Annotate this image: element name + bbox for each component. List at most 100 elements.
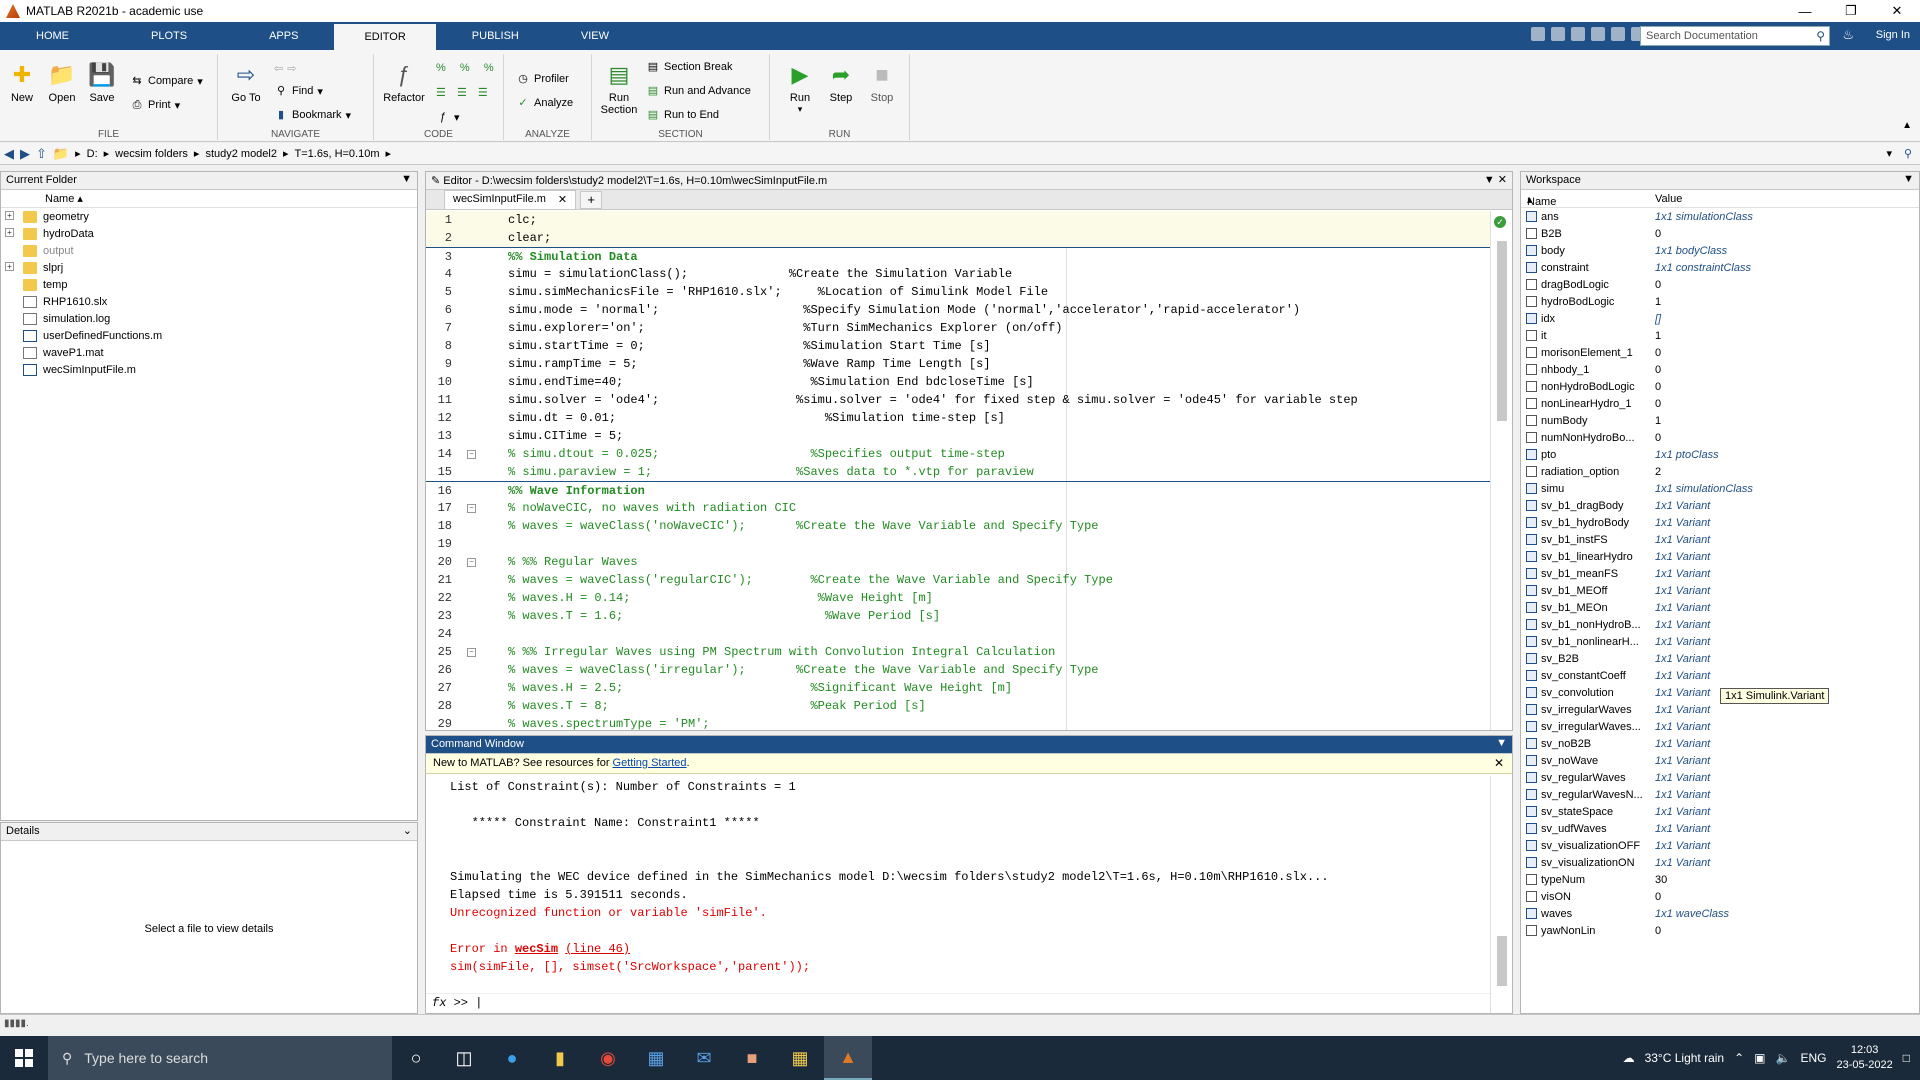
table-row[interactable]: sv_b1_MEOn 1x1 Variant — [1521, 599, 1919, 616]
indent-icon[interactable]: ☰ — [457, 86, 467, 99]
list-item[interactable]: userDefinedFunctions.m — [1, 327, 417, 344]
table-row[interactable]: sv_visualizationOFF 1x1 Variant — [1521, 837, 1919, 854]
browse-folder-icon[interactable]: 📁 — [53, 146, 69, 162]
code-line[interactable]: 16 %% Wave Information — [426, 481, 1490, 499]
sign-in-link[interactable]: Sign In — [1876, 29, 1910, 41]
list-item[interactable]: waveP1.mat — [1, 344, 417, 361]
run-button[interactable]: ▶ Run ▾ — [780, 62, 820, 115]
up-folder-icon[interactable]: ⇧ — [36, 146, 47, 162]
code-line[interactable]: 29 % waves.spectrumType = 'PM'; — [426, 715, 1490, 730]
chevron-down-icon[interactable]: ⌄ — [403, 824, 412, 837]
table-row[interactable]: constraint 1x1 constraintClass — [1521, 259, 1919, 276]
fx-button[interactable]: ƒ ▾ — [436, 110, 460, 124]
uncomment-icon[interactable]: % — [460, 62, 470, 74]
code-line[interactable]: 15 % simu.paraview = 1; %Saves data to *.… — [426, 463, 1490, 481]
table-row[interactable]: radiation_option 2 — [1521, 463, 1919, 480]
matlab-taskbar-icon[interactable]: ▲ — [824, 1036, 872, 1080]
fold-icon[interactable]: − — [467, 504, 476, 513]
table-row[interactable]: nonHydroBodLogic 0 — [1521, 378, 1919, 395]
list-item[interactable]: output — [1, 242, 417, 259]
task-view-icon[interactable]: ◫ — [440, 1036, 488, 1080]
code-line[interactable]: 20 − % %% Regular Waves — [426, 553, 1490, 571]
list-item[interactable]: wecSimInputFile.m — [1, 361, 417, 378]
code-line[interactable]: 10 simu.endTime=40; %Simulation End bdclo… — [426, 373, 1490, 391]
table-row[interactable]: yawNonLin 0 — [1521, 922, 1919, 939]
table-row[interactable]: sv_constantCoeff 1x1 Variant — [1521, 667, 1919, 684]
fold-icon[interactable]: − — [467, 450, 476, 459]
code-line[interactable]: 27 % waves.H = 2.5; %Significant Wave Hei… — [426, 679, 1490, 697]
back-forward-buttons[interactable]: ⇦ ⇨ — [274, 62, 296, 75]
analyze-button[interactable]: ✓ Analyze — [516, 96, 573, 110]
table-row[interactable]: numNonHydroBo... 0 — [1521, 429, 1919, 446]
bookmark-button[interactable]: ▮ Bookmark ▾ — [274, 108, 351, 122]
table-row[interactable]: waves 1x1 waveClass — [1521, 905, 1919, 922]
path-segment[interactable]: study2 model2 — [205, 148, 277, 160]
command-prompt[interactable]: fx >> | — [426, 993, 1512, 1013]
table-row[interactable]: sv_b1_linearHydro 1x1 Variant — [1521, 548, 1919, 565]
code-line[interactable]: 28 % waves.T = 8; %Peak Period [s] — [426, 697, 1490, 715]
table-row[interactable]: sv_noB2B 1x1 Variant — [1521, 735, 1919, 752]
code-line[interactable]: 23 % waves.T = 1.6; %Wave Period [s] — [426, 607, 1490, 625]
table-row[interactable]: sv_visualizationON 1x1 Variant — [1521, 854, 1919, 871]
fx-icon[interactable]: fx — [432, 996, 446, 1010]
code-ok-icon[interactable]: ✓ — [1494, 216, 1506, 228]
expand-icon[interactable]: + — [5, 228, 14, 237]
tab-view[interactable]: VIEW — [565, 22, 625, 50]
notifications-icon[interactable]: □ — [1903, 1051, 1910, 1065]
file-explorer-icon[interactable]: ▮ — [536, 1036, 584, 1080]
panel-menu-icon[interactable]: ▼ — [401, 173, 412, 185]
forward-icon[interactable]: ⇨ — [287, 62, 296, 75]
close-editor-icon[interactable]: ▼ ✕ — [1484, 173, 1507, 186]
compare-button[interactable]: ⇆ Compare ▾ — [130, 74, 202, 88]
stop-button[interactable]: ■ Stop — [862, 62, 902, 104]
error-line-link[interactable]: (line 46) — [565, 942, 630, 956]
code-line[interactable]: 26 % waves = waveClass('irregular'); %Cre… — [426, 661, 1490, 679]
save-icon[interactable] — [1531, 27, 1545, 41]
table-row[interactable]: morisonElement_1 0 — [1521, 344, 1919, 361]
collapse-ribbon-icon[interactable]: ▲ — [1902, 120, 1912, 131]
speaker-icon[interactable]: 🔈 — [1776, 1051, 1791, 1065]
code-line[interactable]: 4 simu = simulationClass(); %Create the S… — [426, 265, 1490, 283]
table-row[interactable]: sv_b1_MEOff 1x1 Variant — [1521, 582, 1919, 599]
table-row[interactable]: sv_irregularWaves... 1x1 Variant — [1521, 718, 1919, 735]
run-advance-button[interactable]: ▤ Run and Advance — [646, 84, 751, 98]
name-column-header[interactable]: Name ▴ — [1, 190, 417, 208]
panel-menu-icon[interactable]: ▼ — [1496, 737, 1507, 749]
expand-icon[interactable]: + — [5, 262, 14, 271]
table-row[interactable]: sv_regularWaves 1x1 Variant — [1521, 769, 1919, 786]
command-scrollbar[interactable] — [1490, 776, 1512, 1013]
tab-editor[interactable]: EDITOR — [334, 24, 436, 50]
table-row[interactable]: sv_regularWavesN... 1x1 Variant — [1521, 786, 1919, 803]
code-line[interactable]: 5 simu.simMechanicsFile = 'RHP1610.slx'; … — [426, 283, 1490, 301]
table-row[interactable]: sv_b1_nonHydroB... 1x1 Variant — [1521, 616, 1919, 633]
panel-menu-icon[interactable]: ▼ — [1903, 173, 1914, 185]
editor-scrollbar[interactable] — [1490, 211, 1512, 730]
table-row[interactable]: sv_b1_nonlinearH... 1x1 Variant — [1521, 633, 1919, 650]
fold-icon[interactable]: − — [467, 558, 476, 567]
new-button[interactable]: ✚ New — [2, 62, 42, 104]
undo-icon[interactable] — [1611, 27, 1625, 41]
weather-text[interactable]: 33°C Light rain — [1645, 1051, 1725, 1065]
tab-plots[interactable]: PLOTS — [135, 22, 203, 50]
forward-icon[interactable]: ▶ — [20, 146, 30, 162]
save-button[interactable]: 💾 Save — [82, 62, 122, 104]
table-row[interactable]: nonLinearHydro_1 0 — [1521, 395, 1919, 412]
code-line[interactable]: 2 clear; — [426, 229, 1490, 247]
code-line[interactable]: 3 %% Simulation Data — [426, 247, 1490, 265]
code-line[interactable]: 11 simu.solver = 'ode4'; %simu.solver = '… — [426, 391, 1490, 409]
table-row[interactable]: visON 0 — [1521, 888, 1919, 905]
taskbar-search[interactable]: ⚲ Type here to search — [48, 1036, 392, 1080]
find-button[interactable]: ⚲ Find ▾ — [274, 84, 323, 98]
table-row[interactable]: it 1 — [1521, 327, 1919, 344]
list-item[interactable]: + geometry — [1, 208, 417, 225]
store-icon[interactable]: ▦ — [632, 1036, 680, 1080]
list-item[interactable]: + hydroData — [1, 225, 417, 242]
wb-app-icon[interactable]: ▦ — [776, 1036, 824, 1080]
step-button[interactable]: ➦ Step — [821, 62, 861, 104]
name-column-header[interactable]: Name ▴ — [1527, 193, 1556, 208]
weather-icon[interactable]: ☁ — [1623, 1051, 1635, 1065]
fold-icon[interactable]: − — [467, 648, 476, 657]
goto-button[interactable]: ⇨ Go To — [226, 62, 266, 104]
code-line[interactable]: 24 — [426, 625, 1490, 643]
error-function-link[interactable]: wecSim — [515, 942, 558, 956]
